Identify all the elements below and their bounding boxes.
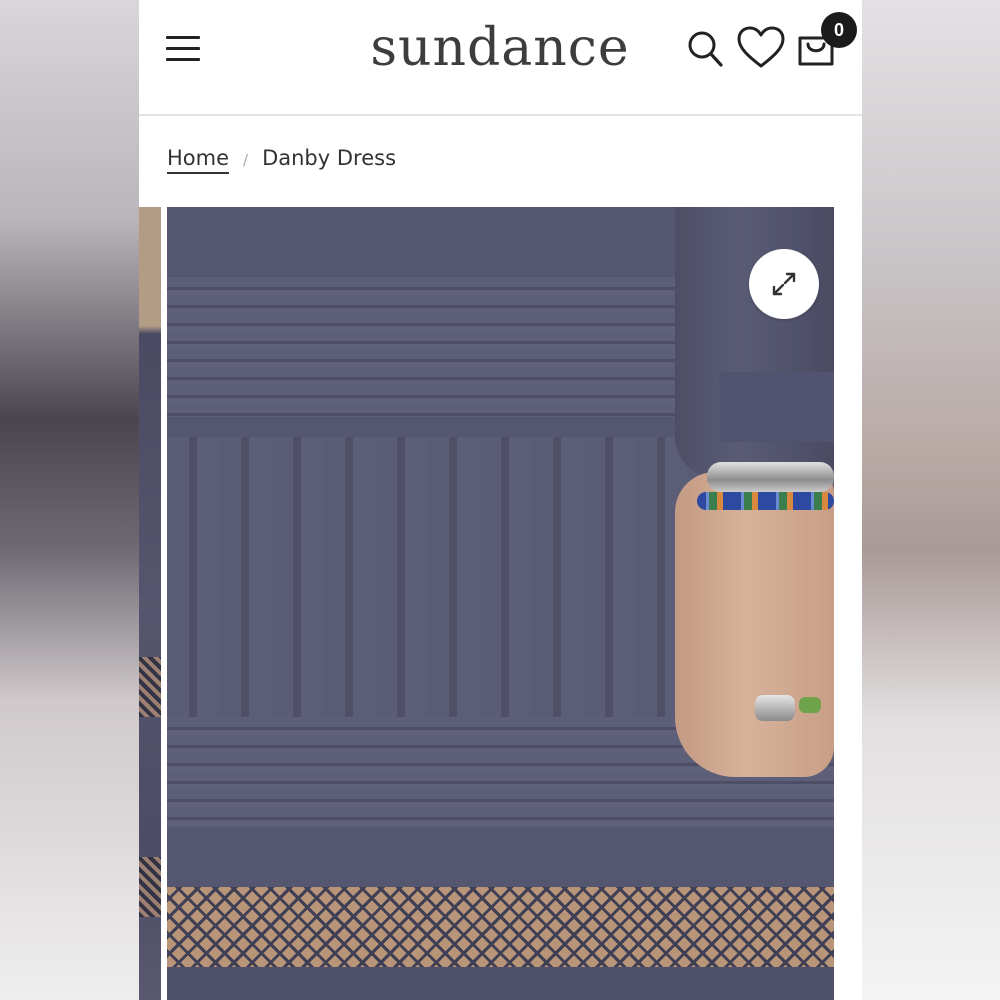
expand-arrows-icon (772, 272, 796, 296)
expand-image-button[interactable] (749, 249, 819, 319)
silver-cuff-bracelet (707, 462, 834, 492)
breadcrumb: Home / Danby Dress (167, 146, 396, 182)
silver-ring (755, 695, 795, 721)
search-button[interactable] (687, 29, 725, 69)
cart-count-badge[interactable]: 0 (821, 12, 857, 48)
hamburger-menu-button[interactable] (166, 36, 200, 62)
sleeve-cuff (719, 372, 834, 442)
heart-icon (737, 26, 785, 68)
skirt-panel (167, 827, 834, 887)
beaded-bracelet (697, 492, 834, 510)
previous-product-image[interactable] (139, 207, 161, 1000)
lace-band (167, 887, 834, 967)
lace-detail (139, 857, 161, 917)
hem (167, 967, 834, 1000)
product-image[interactable] (167, 207, 834, 1000)
breadcrumb-separator: / (243, 151, 249, 169)
breadcrumb-home-link[interactable]: Home (167, 146, 230, 174)
hamburger-menu-icon (166, 47, 200, 50)
background-blur-right (862, 0, 1000, 1000)
model-hand (675, 472, 834, 777)
wishlist-button[interactable] (736, 26, 786, 70)
gallery-margin (834, 207, 862, 1000)
hamburger-menu-icon (166, 36, 200, 39)
search-icon (688, 31, 723, 67)
lace-detail (139, 657, 161, 717)
site-header: sundance 0 (139, 0, 862, 116)
breadcrumb-current: Danby Dress (262, 146, 397, 170)
hamburger-menu-icon (166, 58, 200, 61)
green-ring (799, 697, 821, 713)
product-page: sundance 0 Home / Danby Dress (139, 0, 862, 1000)
brand-logo[interactable]: sundance (369, 18, 631, 78)
